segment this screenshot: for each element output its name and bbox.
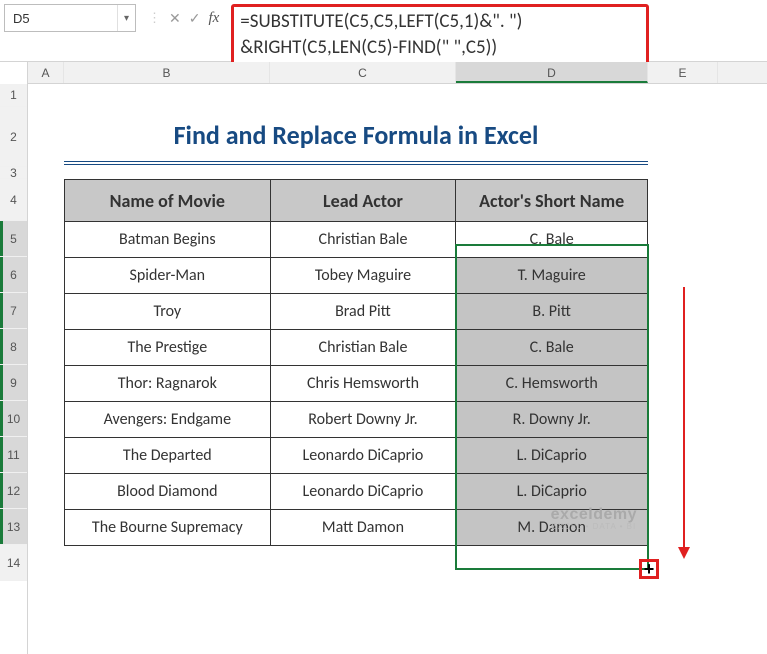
- table-row: Batman Begins Christian Bale C. Bale: [65, 222, 648, 258]
- cell-short[interactable]: R. Downy Jr.: [456, 402, 648, 438]
- cell-actor[interactable]: Chris Hemsworth: [270, 366, 456, 402]
- cell-short[interactable]: C. Bale: [456, 222, 648, 258]
- formula-bar-buttons: ⋮ ✕ ✓ fx: [142, 4, 231, 32]
- col-header-B[interactable]: B: [64, 62, 270, 83]
- table-header-row: Name of Movie Lead Actor Actor's Short N…: [65, 180, 648, 222]
- table-row: The Departed Leonardo DiCaprio L. DiCapr…: [65, 438, 648, 474]
- cell-movie[interactable]: Batman Begins: [65, 222, 271, 258]
- row-header-3[interactable]: 3: [0, 167, 27, 179]
- cell-actor[interactable]: Leonardo DiCaprio: [270, 438, 456, 474]
- formula-bar: ⋮ ✕ ✓ fx =SUBSTITUTE(C5,C5,LEFT(C5,1)&".…: [142, 4, 649, 66]
- row-header-13[interactable]: 13: [0, 509, 27, 545]
- cell-actor[interactable]: Brad Pitt: [270, 294, 456, 330]
- table-row: Avengers: Endgame Robert Downy Jr. R. Do…: [65, 402, 648, 438]
- row-header-5[interactable]: 5: [0, 221, 27, 257]
- cell-actor[interactable]: Robert Downy Jr.: [270, 402, 456, 438]
- table-row: Blood Diamond Leonardo DiCaprio L. DiCap…: [65, 474, 648, 510]
- col-header-D[interactable]: D: [456, 62, 648, 83]
- table-row: Spider-Man Tobey Maguire T. Maguire: [65, 258, 648, 294]
- page-title[interactable]: Find and Replace Formula in Excel: [64, 109, 648, 165]
- column-headers: A B C D E: [28, 62, 767, 84]
- cell-short[interactable]: B. Pitt: [456, 294, 648, 330]
- cell-movie[interactable]: The Bourne Supremacy: [65, 510, 271, 546]
- row-header-6[interactable]: 6: [0, 257, 27, 293]
- col-header-C[interactable]: C: [270, 62, 456, 83]
- name-box[interactable]: D5 ▾: [4, 4, 136, 32]
- header-short[interactable]: Actor's Short Name: [456, 180, 648, 222]
- formula-input[interactable]: =SUBSTITUTE(C5,C5,LEFT(C5,1)&". ") &RIGH…: [231, 4, 649, 66]
- data-table: Name of Movie Lead Actor Actor's Short N…: [64, 179, 648, 546]
- cell-movie[interactable]: Troy: [65, 294, 271, 330]
- cell-actor[interactable]: Christian Bale: [270, 330, 456, 366]
- cell-movie[interactable]: Avengers: Endgame: [65, 402, 271, 438]
- watermark: exceldemy EXCEL • DATA • BI: [551, 506, 637, 532]
- fx-label[interactable]: fx: [208, 10, 219, 27]
- separator-icon: ⋮: [148, 10, 161, 26]
- cell-actor[interactable]: Matt Damon: [270, 510, 456, 546]
- cell-short[interactable]: C. Bale: [456, 330, 648, 366]
- watermark-title: exceldemy: [551, 506, 637, 524]
- sheet-area: A B C D E Find and Replace Formula in Ex…: [28, 62, 767, 654]
- fill-cursor-icon: +: [644, 560, 655, 578]
- header-movie[interactable]: Name of Movie: [65, 180, 271, 222]
- name-box-dropdown-icon[interactable]: ▾: [117, 5, 135, 31]
- formula-text-line-2: &RIGHT(C5,LEN(C5)-FIND(" ",C5)): [240, 35, 640, 61]
- cell-short[interactable]: L. DiCaprio: [456, 438, 648, 474]
- row-header-11[interactable]: 11: [0, 437, 27, 473]
- header-actor[interactable]: Lead Actor: [270, 180, 456, 222]
- cell-movie[interactable]: Thor: Ragnarok: [65, 366, 271, 402]
- cell-short[interactable]: L. DiCaprio: [456, 474, 648, 510]
- cell-actor[interactable]: Leonardo DiCaprio: [270, 474, 456, 510]
- row-header-10[interactable]: 10: [0, 401, 27, 437]
- formula-bar-area: D5 ▾ ⋮ ✕ ✓ fx =SUBSTITUTE(C5,C5,LEFT(C5,…: [0, 0, 767, 62]
- table-row: The Prestige Christian Bale C. Bale: [65, 330, 648, 366]
- col-header-E[interactable]: E: [648, 62, 718, 83]
- watermark-subtitle: EXCEL • DATA • BI: [551, 523, 637, 532]
- fill-handle[interactable]: +: [639, 559, 659, 579]
- cell-movie[interactable]: The Departed: [65, 438, 271, 474]
- row-header-1[interactable]: 1: [0, 84, 27, 107]
- cells-region[interactable]: Find and Replace Formula in Excel Name o…: [28, 107, 767, 546]
- row-header-8[interactable]: 8: [0, 329, 27, 365]
- name-box-value: D5: [5, 11, 117, 26]
- row-header-2[interactable]: 2: [0, 107, 27, 167]
- confirm-icon[interactable]: ✓: [189, 10, 201, 27]
- cell-movie[interactable]: Blood Diamond: [65, 474, 271, 510]
- row-header-9[interactable]: 9: [0, 365, 27, 401]
- row-header-4[interactable]: 4: [0, 179, 27, 221]
- cell-movie[interactable]: The Prestige: [65, 330, 271, 366]
- cell-movie[interactable]: Spider-Man: [65, 258, 271, 294]
- cell-short[interactable]: C. Hemsworth: [456, 366, 648, 402]
- cell-actor[interactable]: Christian Bale: [270, 222, 456, 258]
- row-header-12[interactable]: 12: [0, 473, 27, 509]
- col-header-A[interactable]: A: [28, 62, 64, 83]
- formula-text-line-1: =SUBSTITUTE(C5,C5,LEFT(C5,1)&". "): [240, 9, 640, 35]
- cell-short[interactable]: T. Maguire: [456, 258, 648, 294]
- row-headers: 1 2 3 4 5 6 7 8 9 10 11 12 13 14: [0, 62, 28, 654]
- spreadsheet-grid: 1 2 3 4 5 6 7 8 9 10 11 12 13 14 A B C D…: [0, 62, 767, 654]
- cell-actor[interactable]: Tobey Maguire: [270, 258, 456, 294]
- row-header-7[interactable]: 7: [0, 293, 27, 329]
- cancel-icon[interactable]: ✕: [169, 10, 181, 27]
- table-row: Troy Brad Pitt B. Pitt: [65, 294, 648, 330]
- table-row: Thor: Ragnarok Chris Hemsworth C. Hemswo…: [65, 366, 648, 402]
- annotation-arrow-down: [678, 287, 690, 559]
- row-header-14[interactable]: 14: [0, 545, 27, 581]
